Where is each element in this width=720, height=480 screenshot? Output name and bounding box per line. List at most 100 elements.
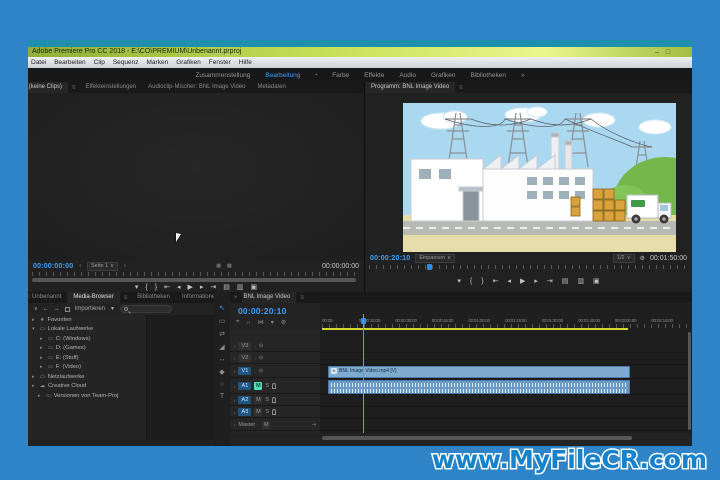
tab-libraries[interactable]: Bibliotheken <box>131 292 176 303</box>
timeline-ruler[interactable]: 00:00 00:00:15:00 00:00:30:00 00:00:45:00 … <box>320 303 692 330</box>
tree-item-netzlaufwerke[interactable]: ▸ ▭ Netzlaufwerke <box>28 372 146 382</box>
workspace-effekte[interactable]: Effekte <box>364 72 384 79</box>
workspace-bibliotheken[interactable]: Bibliotheken <box>471 72 506 79</box>
workspace-grafiken[interactable]: Grafiken <box>431 72 456 79</box>
lock-icon[interactable]: ▪ <box>234 369 235 374</box>
lock-icon[interactable]: ▪ <box>234 422 235 427</box>
track-header-v2[interactable]: ▪ V2 ▫ ⊙ <box>230 353 320 364</box>
export-frame-icon[interactable]: ▣ <box>251 283 258 291</box>
minimize-button[interactable]: – <box>652 48 662 57</box>
settings-wrench-icon[interactable]: ⚙ <box>640 255 645 262</box>
timeline-settings-icon[interactable]: ⚙ <box>281 319 286 326</box>
step-back-icon[interactable]: ◂ <box>177 283 181 291</box>
workspace-farbe[interactable]: Farbe <box>332 72 349 79</box>
audio-clip[interactable] <box>328 380 630 394</box>
filter-icon[interactable]: ▼ <box>110 306 115 312</box>
tab-metadata[interactable]: Metadaten <box>252 82 292 93</box>
track-header-a2[interactable]: ▪ A2 M S <box>230 395 320 406</box>
master-mute-button[interactable]: M <box>262 420 271 429</box>
tree-item-team-projects[interactable]: ▸ ▭ Versionen von Team-Proj <box>28 391 146 401</box>
mark-out-icon[interactable]: } <box>481 278 483 285</box>
fit-select[interactable]: Einpassen ∨ <box>415 253 456 263</box>
workspace-zusammenstellung[interactable]: Zusammenstellung <box>195 72 250 79</box>
maximize-button[interactable]: □ <box>663 48 673 57</box>
lift-icon[interactable]: ▤ <box>562 277 569 285</box>
menu-datei[interactable]: Datei <box>31 59 46 66</box>
search-input[interactable] <box>119 305 172 313</box>
slip-tool[interactable]: ↔ <box>219 356 226 363</box>
tree-item-lokale-laufwerke[interactable]: ▾ ▭ Lokale Laufwerke <box>28 325 146 335</box>
forward-icon[interactable]: → <box>54 306 60 312</box>
sync-lock-icon[interactable]: ▫ <box>254 356 255 361</box>
back-icon[interactable]: ← <box>43 306 49 312</box>
track-header-a1[interactable]: ▪ A1 M S <box>230 379 320 394</box>
play-icon[interactable]: ▶ <box>187 283 192 291</box>
razor-tool[interactable]: ◢ <box>219 343 224 351</box>
mute-button[interactable]: M <box>254 396 263 404</box>
menu-clip[interactable]: Clip <box>94 59 105 66</box>
close-icon[interactable]: × <box>230 295 242 301</box>
insert-marker-icon[interactable]: ⌖ <box>236 319 239 326</box>
track-header-a3[interactable]: ▪ A3 M S <box>230 407 320 418</box>
tree-item-drive-c[interactable]: ▸ ▭ C: (Windows) <box>28 334 146 344</box>
solo-button[interactable]: S <box>265 409 269 415</box>
tree-pane[interactable]: ▸ ★ Favoriten ▾ ▭ Lokale Laufwerke ▸ ▭ C… <box>28 315 146 440</box>
output-icon[interactable]: ▩ <box>227 263 232 269</box>
timeline-vscrollbar[interactable] <box>688 332 691 430</box>
source-time-ruler[interactable] <box>32 272 360 276</box>
track-header-v3[interactable]: ▪ V3 ▫ ⊙ <box>230 341 320 352</box>
lane-v2[interactable] <box>320 353 692 365</box>
track-header-v1[interactable]: ▪ V1 ▫ ⊙ <box>230 365 320 378</box>
lock-icon[interactable]: ▪ <box>234 356 235 361</box>
lock-icon[interactable]: ▪ <box>234 410 235 415</box>
lane-v1[interactable]: fx BNL Image Video.mp4 [V] <box>320 365 692 379</box>
add-marker-icon[interactable]: ▾ <box>135 283 139 291</box>
ripple-edit-tool[interactable]: ⇄ <box>219 330 225 338</box>
mark-in-icon[interactable]: { <box>145 284 147 291</box>
tree-item-drive-e[interactable]: ▸ ▭ E: (Stuff) <box>28 353 146 363</box>
lane-a2[interactable] <box>320 395 692 407</box>
favorites-dropdown-icon[interactable]: ∨ <box>34 306 38 312</box>
tab-effect-controls[interactable]: Effekteinstellungen <box>80 82 143 93</box>
tree-item-favoriten[interactable]: ▸ ★ Favoriten <box>28 315 146 325</box>
workspace-menu-icon[interactable]: ▪ <box>315 72 317 78</box>
export-frame-icon[interactable]: ▣ <box>593 277 600 285</box>
go-to-in-icon[interactable]: ⇤ <box>164 283 170 291</box>
mute-button[interactable]: M <box>254 382 263 390</box>
workspace-audio[interactable]: Audio <box>399 72 416 79</box>
tab-project[interactable]: Projekt: Unbenannt <box>28 292 67 303</box>
step-forward-icon[interactable]: ▸ <box>200 283 204 291</box>
panel-menu-icon[interactable]: ≡ <box>455 85 467 91</box>
program-playhead[interactable] <box>427 264 432 270</box>
solo-button[interactable]: S <box>265 397 269 403</box>
menu-marken[interactable]: Marken <box>147 59 169 66</box>
menu-fenster[interactable]: Fenster <box>209 59 231 66</box>
import-checkbox[interactable] <box>64 306 70 312</box>
tree-item-drive-f[interactable]: ▸ ▭ F: (Video) <box>28 363 146 373</box>
tree-item-drive-d[interactable]: ▸ ▭ D: (Games) <box>28 344 146 354</box>
snap-magnet-icon[interactable]: ∩ <box>246 320 250 326</box>
linked-selection-icon[interactable]: ⋈ <box>258 319 264 326</box>
workspace-bearbeitung[interactable]: Bearbeitung <box>265 72 300 79</box>
menu-hilfe[interactable]: Hilfe <box>239 59 252 66</box>
eye-icon[interactable]: ⊙ <box>259 368 263 374</box>
page-next-icon[interactable]: › <box>124 263 126 269</box>
menu-sequenz[interactable]: Sequenz <box>113 59 139 66</box>
tree-item-creative-cloud[interactable]: ▸ ☁ Creative Cloud <box>28 382 146 392</box>
type-tool[interactable]: T <box>220 393 224 400</box>
lane-a3[interactable] <box>320 407 692 419</box>
page-select[interactable]: Seite 1 ∨ <box>87 261 119 271</box>
overwrite-icon[interactable]: ▥ <box>237 283 244 291</box>
insert-icon[interactable]: ▤ <box>223 283 230 291</box>
tab-info[interactable]: Informationen <box>176 292 214 303</box>
workspace-overflow-icon[interactable]: » <box>521 72 525 79</box>
video-clip[interactable]: fx BNL Image Video.mp4 [V] <box>328 366 630 378</box>
step-forward-icon[interactable]: ▸ <box>534 277 538 285</box>
play-icon[interactable]: ▶ <box>520 277 525 285</box>
hand-tool[interactable]: ○ <box>220 381 224 388</box>
lock-icon[interactable]: ▪ <box>234 398 235 403</box>
tab-source[interactable]: Quelle: (keine Clips) <box>28 82 69 93</box>
extract-icon[interactable]: ▥ <box>577 277 584 285</box>
mute-button[interactable]: M <box>254 408 263 416</box>
sync-lock-icon[interactable]: ▫ <box>254 344 255 349</box>
